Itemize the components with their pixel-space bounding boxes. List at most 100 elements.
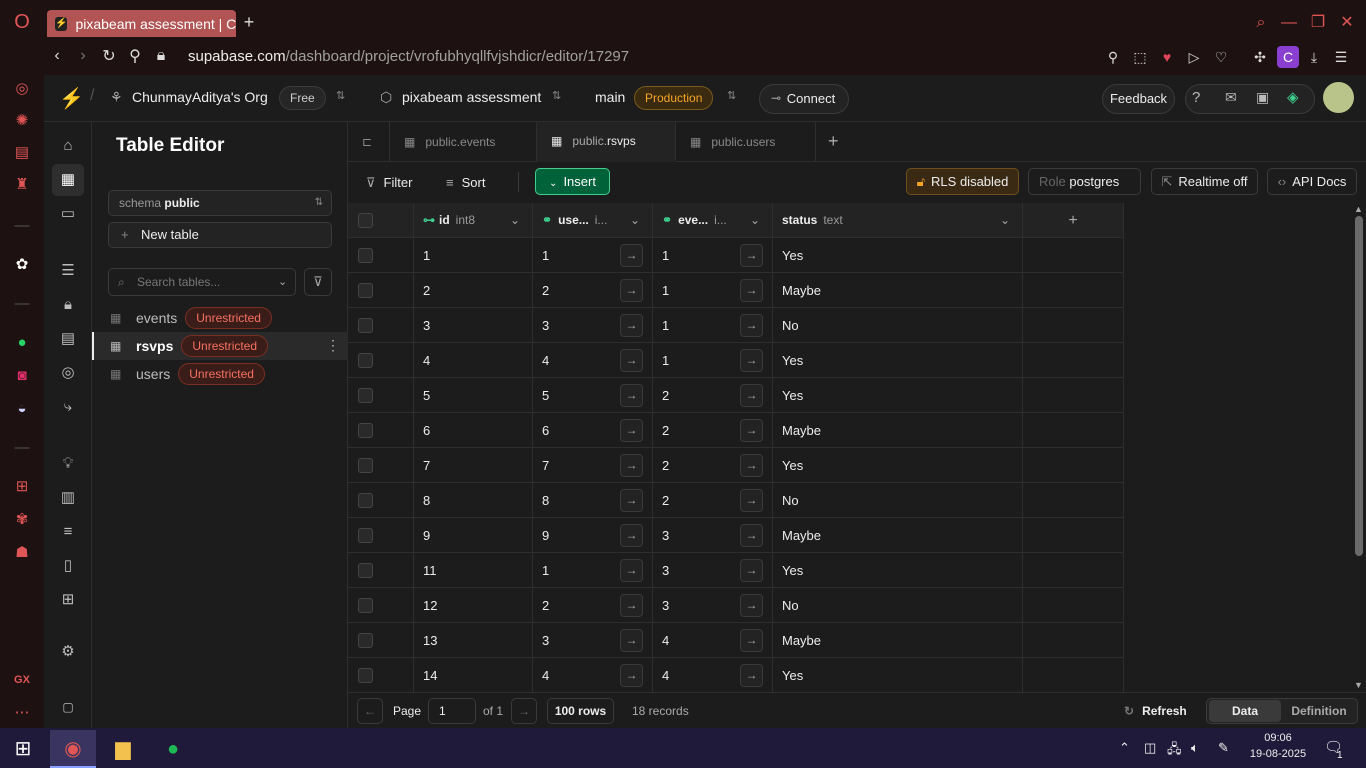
url-text[interactable]: supabase.com/dashboard/project/vrofubhyq… bbox=[188, 48, 629, 65]
cell-status[interactable]: Yes bbox=[773, 343, 1023, 378]
windows-start-icon[interactable]: ⊞ bbox=[0, 730, 46, 768]
cell-status[interactable]: Maybe bbox=[773, 623, 1023, 658]
cell-event[interactable]: 1 → bbox=[653, 238, 773, 273]
next-page-button[interactable]: → bbox=[511, 698, 537, 724]
column-header-status[interactable]: status text ⌄ bbox=[773, 203, 1023, 238]
column-header-user-id[interactable]: ⚭ use... i... ⌄ bbox=[533, 203, 653, 238]
foreign-key-link-icon[interactable]: → bbox=[740, 384, 763, 407]
cell-event[interactable]: 3 → bbox=[653, 588, 773, 623]
home-icon[interactable]: ⌂ bbox=[58, 136, 78, 156]
pin-icon[interactable]: ⚲ bbox=[1102, 46, 1124, 68]
cell-user[interactable]: 5 → bbox=[533, 378, 653, 413]
foreign-key-link-icon[interactable]: → bbox=[740, 629, 763, 652]
foreign-key-link-icon[interactable]: → bbox=[620, 384, 643, 407]
menu-icon[interactable]: ☰ bbox=[1330, 46, 1352, 68]
foreign-key-link-icon[interactable]: → bbox=[740, 419, 763, 442]
aria-icon[interactable]: ◎ bbox=[11, 78, 33, 100]
table-list-item[interactable]: ▦ events Unrestricted bbox=[92, 304, 348, 332]
row-checkbox[interactable] bbox=[358, 633, 373, 648]
sidebar-tool-icon[interactable]: ☗ bbox=[11, 542, 33, 564]
gx-icon[interactable]: GX bbox=[11, 669, 33, 691]
collapse-nav-icon[interactable]: ▢ bbox=[58, 697, 78, 717]
cell-status[interactable]: Yes bbox=[773, 238, 1023, 273]
forward-icon[interactable]: › bbox=[70, 47, 96, 65]
row-checkbox[interactable] bbox=[358, 423, 373, 438]
cell-event[interactable]: 2 → bbox=[653, 483, 773, 518]
foreign-key-link-icon[interactable]: → bbox=[620, 244, 643, 267]
cell-status[interactable]: Yes bbox=[773, 658, 1023, 692]
instagram-icon[interactable]: ◙ bbox=[11, 365, 33, 387]
cell-id[interactable]: 3 bbox=[414, 308, 533, 343]
extensions-icon[interactable]: ✣ bbox=[1249, 46, 1271, 68]
cell-id[interactable]: 7 bbox=[414, 448, 533, 483]
cell-id[interactable]: 11 bbox=[414, 553, 533, 588]
chevron-down-icon[interactable]: ⌄ bbox=[1000, 203, 1010, 237]
integrations-icon[interactable]: ⊞ bbox=[58, 590, 78, 610]
search-tables-input[interactable]: Search tables... bbox=[108, 268, 296, 296]
advisor-icon[interactable]: ◈ bbox=[1287, 88, 1299, 106]
download-icon[interactable]: ⤓ bbox=[1303, 46, 1325, 68]
row-checkbox[interactable] bbox=[358, 668, 373, 683]
cell-id[interactable]: 13 bbox=[414, 623, 533, 658]
cell-user[interactable]: 7 → bbox=[533, 448, 653, 483]
cell-user[interactable]: 2 → bbox=[533, 273, 653, 308]
minimize-icon[interactable]: — bbox=[1278, 12, 1300, 34]
scroll-thumb[interactable] bbox=[1355, 216, 1363, 556]
feedback-button[interactable]: Feedback bbox=[1102, 84, 1175, 114]
row-checkbox[interactable] bbox=[358, 598, 373, 613]
org-switcher-icon[interactable]: ⇅ bbox=[336, 89, 345, 102]
back-icon[interactable]: ‹ bbox=[44, 47, 70, 65]
cell-status[interactable]: Yes bbox=[773, 378, 1023, 413]
scroll-up-icon[interactable]: ▲ bbox=[1354, 204, 1363, 214]
cell-user[interactable]: 3 → bbox=[533, 623, 653, 658]
help-icon[interactable]: ? bbox=[1192, 89, 1200, 106]
more-icon[interactable]: ⋯ bbox=[11, 702, 33, 724]
file-explorer-icon[interactable]: ▆ bbox=[100, 730, 146, 768]
column-header-id[interactable]: ⊶ id int8 ⌄ bbox=[414, 203, 533, 238]
cell-event[interactable]: 2 → bbox=[653, 378, 773, 413]
project-switcher-icon[interactable]: ⇅ bbox=[552, 89, 561, 102]
row-checkbox[interactable] bbox=[358, 248, 373, 263]
select-all-checkbox[interactable] bbox=[358, 213, 373, 228]
profile-avatar[interactable]: C bbox=[1277, 46, 1299, 68]
cell-user[interactable]: 2 → bbox=[533, 588, 653, 623]
foreign-key-link-icon[interactable]: → bbox=[740, 454, 763, 477]
cell-status[interactable]: Yes bbox=[773, 553, 1023, 588]
row-checkbox[interactable] bbox=[358, 458, 373, 473]
table-editor-icon[interactable]: ▦ bbox=[58, 170, 78, 190]
cell-user[interactable]: 4 → bbox=[533, 658, 653, 692]
refresh-button[interactable]: ↻ Refresh bbox=[1124, 704, 1187, 718]
row-checkbox[interactable] bbox=[358, 493, 373, 508]
sql-editor-icon[interactable]: ▭ bbox=[58, 204, 78, 224]
branch-name[interactable]: main bbox=[595, 89, 625, 105]
site-info-icon[interactable]: ⚲ bbox=[122, 46, 148, 66]
add-column-button[interactable]: + bbox=[1023, 203, 1124, 238]
news-icon[interactable]: ▤ bbox=[11, 142, 33, 164]
prev-page-button[interactable]: ← bbox=[357, 698, 383, 724]
foreign-key-link-icon[interactable]: → bbox=[740, 279, 763, 302]
cell-status[interactable]: No bbox=[773, 588, 1023, 623]
row-checkbox[interactable] bbox=[358, 353, 373, 368]
cell-id[interactable]: 9 bbox=[414, 518, 533, 553]
inbox-icon[interactable]: ✉ bbox=[1225, 89, 1237, 106]
gaming-icon[interactable]: ♜ bbox=[11, 174, 33, 196]
cell-id[interactable]: 6 bbox=[414, 413, 533, 448]
snapshot-icon[interactable]: ⬚ bbox=[1129, 46, 1151, 68]
cell-event[interactable]: 1 → bbox=[653, 273, 773, 308]
foreign-key-link-icon[interactable]: → bbox=[620, 524, 643, 547]
cell-event[interactable]: 2 → bbox=[653, 413, 773, 448]
foreign-key-link-icon[interactable]: → bbox=[740, 664, 763, 687]
row-checkbox[interactable] bbox=[358, 528, 373, 543]
foreign-key-link-icon[interactable]: → bbox=[620, 629, 643, 652]
role-selector[interactable]: Role postgres bbox=[1028, 168, 1141, 195]
page-input[interactable]: 1 bbox=[428, 698, 476, 724]
cell-id[interactable]: 14 bbox=[414, 658, 533, 692]
browser-tab[interactable]: ⚡ pixabeam assessment | Cl bbox=[47, 10, 236, 37]
foreign-key-link-icon[interactable]: → bbox=[620, 664, 643, 687]
row-checkbox[interactable] bbox=[358, 318, 373, 333]
filter-tables-button[interactable]: ⊽ bbox=[304, 268, 332, 296]
foreign-key-link-icon[interactable]: → bbox=[620, 419, 643, 442]
foreign-key-link-icon[interactable]: → bbox=[620, 349, 643, 372]
foreign-key-link-icon[interactable]: → bbox=[620, 489, 643, 512]
edge-functions-icon[interactable]: ⤷ bbox=[58, 397, 78, 417]
